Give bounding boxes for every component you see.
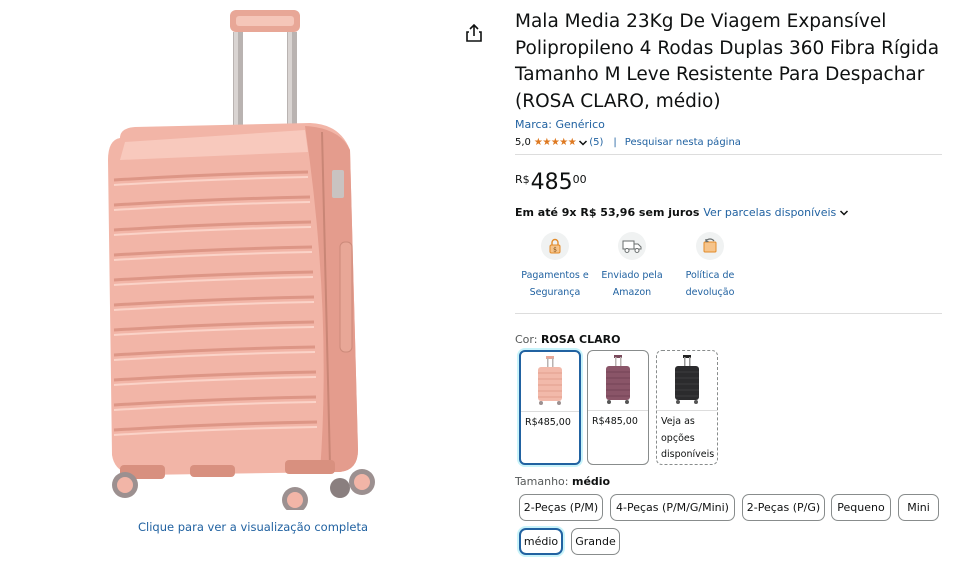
divider: [515, 154, 942, 155]
feature-label: devolução: [685, 286, 735, 298]
divider: [515, 313, 942, 314]
review-count-link[interactable]: (5): [589, 137, 603, 148]
product-title: Mala Media 23Kg De Viagem Expansível Pol…: [515, 11, 940, 112]
rating-value: 5,0: [515, 137, 531, 148]
size-option-mini[interactable]: Mini: [898, 494, 939, 521]
swatch-price: R$485,00: [592, 416, 638, 427]
feature-badges: $ Pagamentos e Segurança Enviado pela Am…: [515, 232, 755, 302]
secure-payment-icon: $: [541, 232, 569, 260]
color-label-row: Cor: ROSA CLARO: [515, 333, 620, 346]
feature-label: Pagamentos e: [521, 270, 589, 281]
chevron-down-icon[interactable]: [578, 138, 588, 148]
rating-row: 5,0 ★★★★★ (5) | Pesquisar nesta página: [515, 137, 741, 148]
brand-link[interactable]: Marca: Genérico: [515, 118, 605, 131]
price: R$ 485 00: [515, 170, 587, 196]
price-whole: 485: [530, 170, 573, 195]
swatch-availability-text: opções: [661, 432, 695, 444]
return-box-icon: [696, 232, 724, 260]
view-full-image-link[interactable]: Clique para ver a visualização completa: [138, 520, 368, 534]
feature-secure-payment[interactable]: $ Pagamentos e Segurança: [515, 232, 595, 301]
star-rating-icon[interactable]: ★★★★★: [534, 137, 577, 148]
delivery-truck-icon: [618, 232, 646, 260]
color-selected-value: ROSA CLARO: [540, 333, 621, 346]
color-swatch-black[interactable]: Veja as opções disponíveis: [656, 350, 718, 465]
installment-link[interactable]: Ver parcelas disponíveis: [703, 206, 836, 219]
color-swatch-rosa-claro[interactable]: R$485,00: [519, 350, 581, 465]
installment-text: Em até 9x R$ 53,96 sem juros: [515, 206, 700, 219]
color-label: Cor:: [515, 333, 538, 346]
size-option-2-pecas-pg[interactable]: 2-Peças (P/G): [742, 494, 825, 521]
size-option-medio[interactable]: médio: [519, 528, 563, 555]
search-page-link[interactable]: Pesquisar nesta página: [625, 137, 741, 148]
product-main-image[interactable]: [100, 10, 390, 510]
installments: Em até 9x R$ 53,96 sem juros Ver parcela…: [515, 206, 850, 219]
feature-return-policy[interactable]: Política de devolução: [670, 232, 750, 301]
feature-label: Segurança: [529, 286, 581, 298]
swatch-thumbnail: [521, 352, 579, 410]
price-fraction: 00: [572, 173, 587, 186]
size-option-4-pecas[interactable]: 4-Peças (P/M/G/Mini): [610, 494, 735, 521]
swatch-availability-text: disponíveis: [661, 449, 715, 460]
svg-text:$: $: [553, 247, 557, 254]
size-option-pequeno[interactable]: Pequeno: [831, 494, 891, 521]
swatch-thumbnail: [588, 351, 648, 409]
feature-label: Enviado pela: [601, 270, 663, 281]
swatch-thumbnail: [657, 351, 717, 409]
color-swatch-purple[interactable]: R$485,00: [587, 350, 649, 465]
size-option-2-pecas-pm[interactable]: 2-Peças (P/M): [519, 494, 603, 521]
size-label-row: Tamanho: médio: [515, 475, 610, 488]
feature-shipped-by-amazon[interactable]: Enviado pela Amazon: [592, 232, 672, 301]
size-option-grande[interactable]: Grande: [571, 528, 620, 555]
price-currency: R$: [515, 173, 530, 186]
feature-label: Amazon: [612, 286, 652, 298]
chevron-down-icon[interactable]: [839, 208, 849, 218]
separator: |: [613, 137, 617, 148]
feature-label: Política de: [685, 270, 735, 281]
swatch-price: R$485,00: [525, 417, 571, 428]
size-label: Tamanho:: [515, 475, 569, 488]
swatch-availability-text: Veja as: [661, 416, 695, 427]
size-selected-value: médio: [571, 475, 611, 488]
share-icon[interactable]: [463, 22, 485, 44]
